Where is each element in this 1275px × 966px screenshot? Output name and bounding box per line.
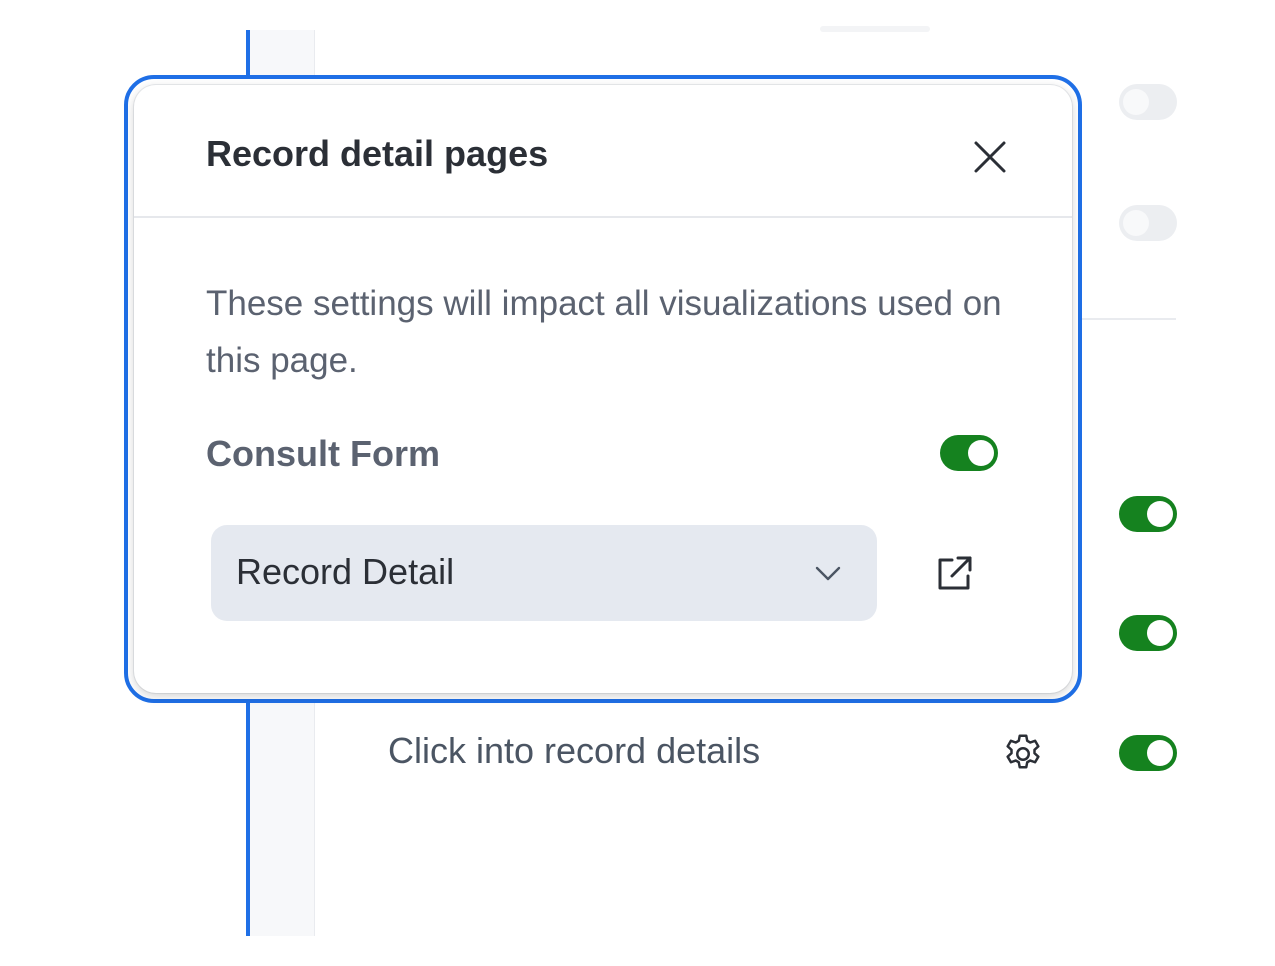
toggle-knob <box>1123 89 1149 115</box>
popover-description: These settings will impact all visualiza… <box>206 284 1002 380</box>
background-top-element <box>820 26 930 32</box>
background-toggle[interactable] <box>1119 205 1177 241</box>
popover-header: Record detail pages <box>134 85 1072 218</box>
toggle-knob <box>1147 501 1173 527</box>
open-external-icon[interactable] <box>932 552 976 596</box>
consult-form-toggle[interactable] <box>940 435 998 471</box>
record-detail-page-select[interactable]: Record Detail <box>211 525 877 621</box>
background-toggle[interactable] <box>1119 496 1177 532</box>
click-into-record-details-toggle[interactable] <box>1119 735 1177 771</box>
click-into-record-details-label: Click into record details <box>388 730 761 771</box>
popover-panel: Record detail pages These settings will … <box>134 85 1072 693</box>
background-toggle[interactable] <box>1119 84 1177 120</box>
background-toggle[interactable] <box>1119 615 1177 651</box>
toggle-knob <box>1147 620 1173 646</box>
chevron-down-icon <box>812 559 844 587</box>
popover-title: Record detail pages <box>206 133 549 174</box>
toggle-knob <box>1123 210 1149 236</box>
toggle-knob <box>968 440 994 466</box>
gear-icon[interactable] <box>1000 731 1046 777</box>
select-value: Record Detail <box>236 551 455 592</box>
close-icon[interactable] <box>966 133 1014 181</box>
record-detail-pages-popover: Record detail pages These settings will … <box>124 75 1082 703</box>
consult-form-label: Consult Form <box>206 433 440 474</box>
toggle-knob <box>1147 740 1173 766</box>
